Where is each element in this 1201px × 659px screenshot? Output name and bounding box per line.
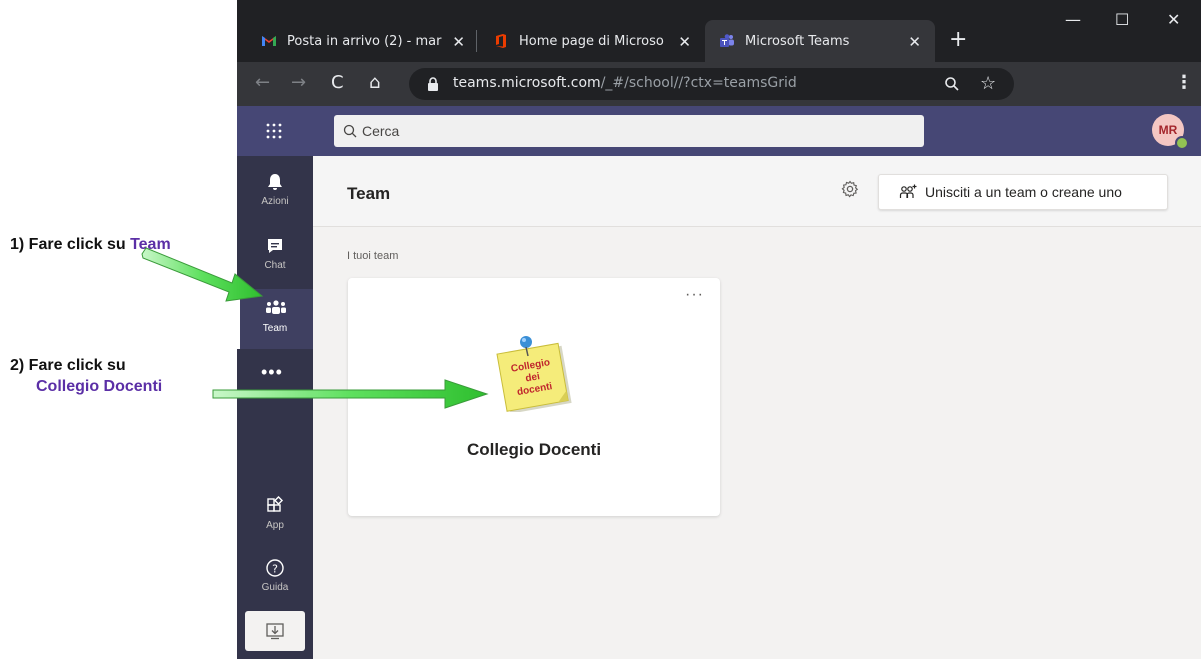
gear-icon[interactable]: [841, 180, 859, 198]
close-icon[interactable]: ✕: [452, 33, 465, 51]
tab-office[interactable]: Home page di Microso ✕: [479, 20, 701, 62]
bookmark-star-icon[interactable]: ☆: [980, 73, 996, 94]
rail-item-label: Chat: [264, 260, 286, 271]
maximize-button[interactable]: ☐: [1115, 10, 1129, 29]
tab-teams-title: Microsoft Teams: [745, 33, 850, 49]
presence-status-icon: [1175, 136, 1189, 150]
url-path: /_#/school//?ctx=teamsGrid: [600, 75, 797, 91]
gmail-icon: [262, 36, 276, 46]
address-bar: ← → C ⌂ teams.microsoft.com/_#/school//?…: [237, 62, 1201, 106]
tab-office-title: Home page di Microso: [519, 33, 664, 49]
lock-icon: [428, 77, 438, 91]
teams-icon: [720, 34, 734, 47]
tab-bar: Posta in arrivo (2) - mar ✕ Home page di…: [237, 0, 1201, 62]
add-people-icon: [899, 184, 917, 198]
window-close-button[interactable]: ✕: [1167, 10, 1180, 29]
zoom-icon[interactable]: [944, 76, 960, 92]
minimize-button[interactable]: —: [1065, 10, 1081, 29]
search-input[interactable]: Cerca: [334, 115, 924, 147]
tab-gmail[interactable]: Posta in arrivo (2) - mar ✕: [247, 20, 475, 62]
rail-item-label: App: [266, 520, 284, 531]
page-title: Team: [347, 184, 391, 203]
app-launcher-icon[interactable]: [266, 123, 282, 139]
url-field[interactable]: teams.microsoft.com/_#/school//?ctx=team…: [409, 68, 1014, 100]
team-card[interactable]: ··· Collegio dei docenti Collegio Docent…: [348, 278, 720, 516]
chat-icon: [268, 239, 282, 253]
forward-icon[interactable]: →: [291, 72, 306, 93]
app-rail: Azioni Chat Team ••• App ? Guida: [237, 156, 313, 659]
more-icon: •••: [261, 362, 283, 382]
search-placeholder: Cerca: [362, 123, 400, 139]
browser-menu-icon[interactable]: ⋮: [1175, 72, 1193, 93]
annotation-step2-highlight: Collegio Docenti: [36, 378, 163, 395]
rail-item-label: Team: [262, 323, 288, 334]
active-indicator: [237, 289, 240, 349]
tab-teams[interactable]: Microsoft Teams ✕: [705, 20, 935, 62]
rail-item-label: Azioni: [261, 196, 289, 207]
help-icon: ?: [266, 559, 284, 577]
download-app-button[interactable]: [245, 611, 305, 651]
rail-item-more[interactable]: •••: [237, 352, 313, 412]
more-options-icon[interactable]: ···: [685, 286, 704, 304]
tab-separator: [476, 30, 477, 52]
rail-item-azioni[interactable]: Azioni: [237, 162, 313, 222]
main-content: Team Unisciti a un team o creane uno I t…: [313, 156, 1201, 659]
search-icon: [343, 124, 357, 138]
rail-item-chat[interactable]: Chat: [237, 226, 313, 286]
page-header: Team Unisciti a un team o creane uno: [313, 156, 1201, 227]
rail-item-app[interactable]: App: [237, 486, 313, 546]
tab-gmail-title: Posta in arrivo (2) - mar: [287, 33, 442, 49]
apps-icon: [267, 496, 284, 512]
annotation-step1-prefix: 1) Fare click su: [10, 236, 131, 253]
annotation-step2-line1: 2) Fare click su: [10, 357, 126, 374]
reload-icon[interactable]: C: [331, 72, 344, 93]
annotation-step1: 1) Fare click su Team: [10, 236, 171, 254]
url-text: teams.microsoft.com/_#/school//?ctx=team…: [453, 75, 797, 91]
section-label: I tuoi team: [347, 250, 399, 262]
close-icon[interactable]: ✕: [678, 33, 691, 51]
home-icon[interactable]: ⌂: [369, 72, 380, 93]
browser-window: Posta in arrivo (2) - mar ✕ Home page di…: [237, 0, 1201, 659]
join-button-label: Unisciti a un team o creane uno: [925, 184, 1122, 200]
annotation-step1-highlight: Team: [130, 236, 171, 253]
join-or-create-team-button[interactable]: Unisciti a un team o creane uno: [878, 174, 1168, 210]
rail-item-guida[interactable]: ? Guida: [237, 548, 313, 608]
rail-item-team[interactable]: Team: [237, 289, 313, 349]
url-domain: teams.microsoft.com: [453, 75, 601, 91]
svg-text:?: ?: [272, 563, 278, 576]
new-tab-button[interactable]: +: [949, 27, 967, 52]
team-name: Collegio Docenti: [466, 440, 602, 459]
close-icon[interactable]: ✕: [908, 33, 921, 51]
download-icon: [266, 623, 284, 640]
office-icon: [496, 34, 506, 48]
back-icon[interactable]: ←: [255, 72, 270, 93]
bell-icon: [268, 174, 282, 190]
teams-header: Cerca MR: [237, 106, 1201, 156]
sticky-note-icon: Collegio dei docenti: [496, 336, 572, 412]
teams-people-icon: [266, 300, 286, 314]
annotation-step2-line2: Collegio Docenti: [36, 378, 162, 396]
rail-item-label: Guida: [261, 582, 289, 593]
